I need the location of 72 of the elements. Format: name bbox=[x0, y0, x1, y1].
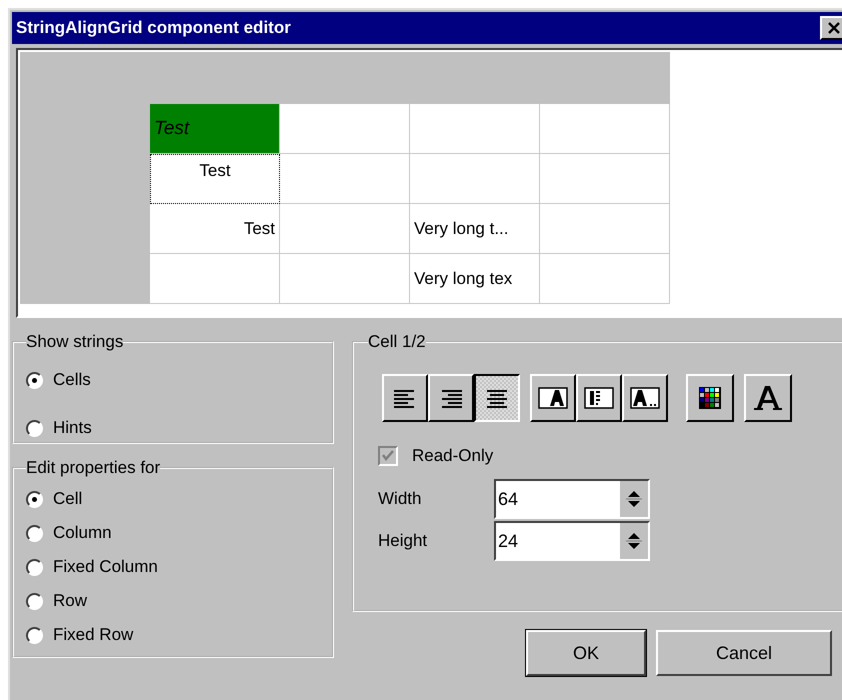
grid-cell[interactable] bbox=[540, 104, 670, 154]
text-layout-button[interactable] bbox=[576, 374, 622, 422]
grid-cell[interactable] bbox=[540, 154, 670, 204]
grid-cell[interactable]: Test bbox=[150, 154, 280, 204]
radio-button[interactable] bbox=[26, 592, 43, 610]
radio-label: Fixed Row bbox=[53, 625, 134, 645]
spin-field[interactable]: 24 bbox=[494, 521, 650, 561]
checkbox-label: Read-Only bbox=[412, 446, 494, 466]
spin-field[interactable]: 64 bbox=[494, 479, 650, 519]
group-title: Cell 1/2 bbox=[368, 332, 426, 352]
grid-cell[interactable] bbox=[150, 254, 280, 304]
grid-cell[interactable] bbox=[280, 154, 410, 204]
field-value: 64 bbox=[497, 488, 520, 510]
radio-button[interactable] bbox=[26, 420, 43, 436]
center-align-icon bbox=[484, 387, 510, 409]
grid-cell[interactable] bbox=[540, 204, 670, 254]
cell-text: Very long tex bbox=[414, 268, 512, 288]
grid-cell[interactable] bbox=[280, 204, 410, 254]
radio-button[interactable] bbox=[26, 524, 43, 542]
align-button[interactable] bbox=[474, 374, 520, 422]
text-layout-button[interactable] bbox=[622, 374, 668, 422]
cell-text: Test bbox=[154, 118, 190, 140]
text-ellipsis-icon bbox=[630, 385, 660, 411]
grid-cell[interactable] bbox=[280, 254, 410, 304]
radio-button[interactable] bbox=[26, 490, 43, 508]
grid-cell[interactable]: Very long tex bbox=[410, 254, 540, 304]
radio-option[interactable]: Row bbox=[26, 584, 320, 618]
radio-button[interactable] bbox=[26, 626, 43, 644]
font-icon bbox=[752, 384, 784, 412]
field-value: 24 bbox=[497, 530, 520, 552]
check-icon bbox=[381, 449, 395, 463]
radio-option[interactable]: Column bbox=[26, 516, 320, 550]
radio-option[interactable]: Cells bbox=[26, 356, 320, 404]
ok-button[interactable]: OK bbox=[526, 630, 646, 676]
text-wrap-icon bbox=[584, 385, 614, 411]
group-title: Show strings bbox=[26, 332, 124, 352]
color-palette-icon bbox=[699, 387, 721, 409]
grid-cell[interactable]: Test bbox=[150, 104, 280, 154]
radio-option[interactable]: Hints bbox=[26, 404, 320, 452]
radio-label: Cells bbox=[53, 370, 91, 390]
cell-text: Very long t... bbox=[414, 218, 508, 238]
radio-label: Column bbox=[53, 523, 112, 543]
radio-button[interactable] bbox=[26, 558, 43, 576]
group-title: Edit properties for bbox=[26, 458, 160, 478]
cell-text: Test bbox=[199, 161, 231, 181]
color-button[interactable] bbox=[686, 374, 734, 422]
radio-option[interactable]: Fixed Row bbox=[26, 618, 320, 652]
radio-label: Fixed Column bbox=[53, 557, 158, 577]
grid-cell[interactable]: Very long t... bbox=[410, 204, 540, 254]
font-button[interactable] bbox=[744, 374, 792, 422]
radio-option[interactable]: Fixed Column bbox=[26, 550, 320, 584]
cell-text: Test bbox=[244, 218, 275, 238]
grid-cell[interactable]: Test bbox=[150, 204, 280, 254]
grid-cell[interactable] bbox=[540, 254, 670, 304]
text-layout-button[interactable] bbox=[530, 374, 576, 422]
radio-button[interactable] bbox=[26, 372, 43, 388]
spin-arrows-icon[interactable] bbox=[620, 481, 648, 517]
field-label: Height bbox=[378, 531, 428, 551]
radio-label: Cell bbox=[53, 489, 82, 509]
window-title: StringAlignGrid component editor bbox=[16, 18, 291, 38]
grid-cell[interactable] bbox=[410, 104, 540, 154]
text-clip-icon bbox=[538, 385, 568, 411]
radio-label: Hints bbox=[53, 418, 92, 438]
grid-cell[interactable] bbox=[410, 154, 540, 204]
grid-cell[interactable] bbox=[280, 104, 410, 154]
close-icon bbox=[827, 22, 841, 34]
cancel-button[interactable]: Cancel bbox=[656, 630, 832, 676]
spin-arrows-icon[interactable] bbox=[620, 523, 648, 559]
close-button[interactable] bbox=[820, 16, 842, 40]
radio-label: Row bbox=[53, 591, 88, 611]
radio-option[interactable]: Cell bbox=[26, 482, 320, 516]
field-label: Width bbox=[378, 489, 422, 509]
